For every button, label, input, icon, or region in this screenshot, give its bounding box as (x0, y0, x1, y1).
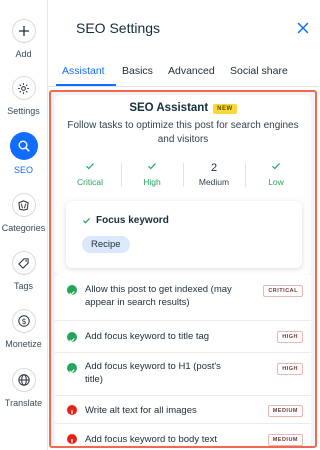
priority-badge: CRITICAL (263, 285, 303, 297)
check-icon (59, 161, 121, 175)
tab-bar: Assistant Basics Advanced Social share (48, 62, 319, 87)
sidebar-item-seo[interactable]: SEO (0, 132, 47, 175)
sidebar-item-categories[interactable]: Categories (0, 193, 47, 233)
task-item-indexed[interactable]: Allow this post to get indexed (may appe… (55, 275, 311, 320)
priority-badge: HIGH (277, 331, 303, 343)
check-circle-icon (67, 285, 77, 296)
check-icon (121, 161, 183, 175)
task-item-alt-text[interactable]: Write alt text for all images MEDIUM (55, 395, 311, 423)
stat-critical: Critical (59, 161, 121, 187)
stat-high: High (121, 161, 183, 187)
sidebar-item-monetize[interactable]: $ Monetize (0, 309, 47, 349)
stat-label: Medium (198, 177, 230, 187)
task-text: Allow this post to get indexed (may appe… (85, 284, 232, 308)
stat-label: High (143, 177, 161, 187)
close-icon (297, 22, 309, 34)
left-sidebar: Add Settings SEO Categories Tags $ Monet… (0, 0, 47, 450)
sidebar-item-label: Tags (13, 281, 33, 291)
stat-medium: 2 Medium (183, 161, 245, 187)
globe-icon (11, 368, 36, 392)
focus-keyword-title: Focus keyword (96, 215, 169, 226)
focus-keyword-card[interactable]: Focus keyword Recipe (66, 201, 302, 268)
tab-basics[interactable]: Basics (122, 65, 153, 77)
sidebar-item-add[interactable]: Add (0, 19, 47, 59)
priority-badge: MEDIUM (267, 434, 303, 446)
assistant-description: Follow tasks to optimize this post for s… (67, 120, 299, 145)
search-icon (9, 132, 38, 160)
close-button[interactable] (296, 21, 310, 35)
task-text: Add focus keyword to H1 (post's title) (85, 361, 221, 385)
svg-text:$: $ (21, 317, 26, 326)
priority-badge: MEDIUM (267, 405, 303, 417)
gear-icon (11, 76, 36, 100)
active-tab-indicator (56, 84, 116, 86)
plus-icon (11, 19, 36, 43)
sidebar-item-settings[interactable]: Settings (0, 76, 47, 116)
alert-circle-icon (67, 405, 77, 417)
dollar-icon: $ (11, 309, 36, 333)
sidebar-item-label: Monetize (5, 339, 42, 349)
seo-settings-panel: SEO Settings Assistant Basics Advanced S… (48, 0, 319, 450)
sidebar-item-label: Add (15, 49, 32, 59)
task-text: Add focus keyword to body text (85, 434, 218, 445)
task-item-title-tag[interactable]: Add focus keyword to title tag HIGH (55, 320, 311, 352)
task-item-h1[interactable]: Add focus keyword to H1 (post's title) H… (55, 352, 311, 395)
tab-social-share[interactable]: Social share (230, 65, 288, 77)
seo-assistant-card: SEO Assistant NEW Follow tasks to optimiz… (55, 95, 311, 275)
assistant-title: SEO Assistant (129, 102, 209, 114)
stat-count: 2 (210, 162, 218, 174)
sidebar-item-label: Translate (4, 398, 43, 408)
new-badge: NEW (213, 104, 237, 114)
stat-low: Low (245, 161, 307, 187)
categories-icon (11, 193, 36, 217)
sidebar-item-label: SEO (13, 165, 33, 175)
sidebar-item-tags[interactable]: Tags (0, 251, 47, 291)
check-icon (245, 161, 307, 175)
keyword-chip[interactable]: Recipe (82, 236, 130, 253)
sidebar-item-translate[interactable]: Translate (0, 368, 47, 408)
stat-label: Critical (77, 177, 103, 187)
alert-circle-icon (67, 434, 77, 446)
panel-title: SEO Settings (76, 20, 161, 36)
check-circle-icon (67, 363, 77, 374)
tag-icon (11, 251, 36, 275)
check-icon (82, 217, 91, 224)
tab-assistant[interactable]: Assistant (62, 65, 105, 77)
task-stats: Critical High 2 Medium Low (59, 161, 307, 191)
check-circle-icon (67, 332, 77, 343)
sidebar-item-label: Categories (1, 223, 46, 233)
assistant-title-row: SEO Assistant NEW (55, 102, 311, 114)
focus-keyword-heading: Focus keyword (82, 215, 169, 226)
task-text: Add focus keyword to title tag (85, 331, 210, 342)
stat-label: Low (268, 177, 284, 187)
task-item-body-text[interactable]: Add focus keyword to body text MEDIUM (55, 423, 311, 446)
task-text: Write alt text for all images (85, 405, 197, 416)
task-list: Allow this post to get indexed (may appe… (55, 275, 311, 446)
seo-assistant-section: SEO Assistant NEW Follow tasks to optimiz… (49, 90, 317, 448)
tab-advanced[interactable]: Advanced (168, 65, 215, 77)
priority-badge: HIGH (277, 363, 303, 375)
sidebar-item-label: Settings (7, 106, 40, 116)
